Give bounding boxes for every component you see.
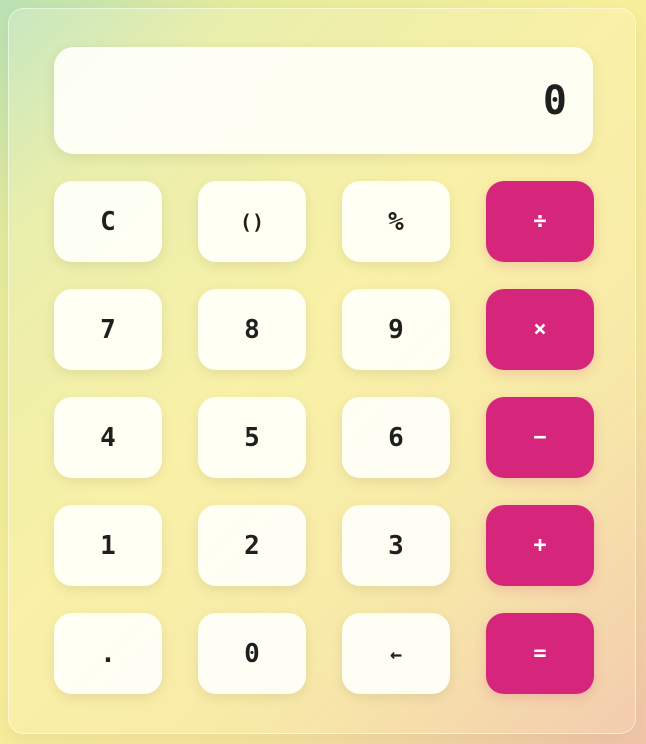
calculator-display: 0: [54, 47, 593, 154]
calculator-panel: 0 C () % ÷ 7 8 9 × 4 5 6 − 1 2 3 + . 0 ←…: [8, 8, 636, 734]
digit-4-button[interactable]: 4: [54, 397, 162, 478]
digit-6-button[interactable]: 6: [342, 397, 450, 478]
clear-button[interactable]: C: [54, 181, 162, 262]
digit-7-button[interactable]: 7: [54, 289, 162, 370]
equals-button[interactable]: =: [486, 613, 594, 694]
digit-2-button[interactable]: 2: [198, 505, 306, 586]
subtract-button[interactable]: −: [486, 397, 594, 478]
multiply-button[interactable]: ×: [486, 289, 594, 370]
divide-button[interactable]: ÷: [486, 181, 594, 262]
digit-1-button[interactable]: 1: [54, 505, 162, 586]
display-value: 0: [542, 77, 567, 124]
parentheses-button[interactable]: (): [198, 181, 306, 262]
digit-3-button[interactable]: 3: [342, 505, 450, 586]
backspace-button[interactable]: ←: [342, 613, 450, 694]
percent-button[interactable]: %: [342, 181, 450, 262]
digit-8-button[interactable]: 8: [198, 289, 306, 370]
decimal-point-button[interactable]: .: [54, 613, 162, 694]
digit-9-button[interactable]: 9: [342, 289, 450, 370]
digit-0-button[interactable]: 0: [198, 613, 306, 694]
keypad: C () % ÷ 7 8 9 × 4 5 6 − 1 2 3 + . 0 ← =: [54, 181, 594, 694]
add-button[interactable]: +: [486, 505, 594, 586]
digit-5-button[interactable]: 5: [198, 397, 306, 478]
